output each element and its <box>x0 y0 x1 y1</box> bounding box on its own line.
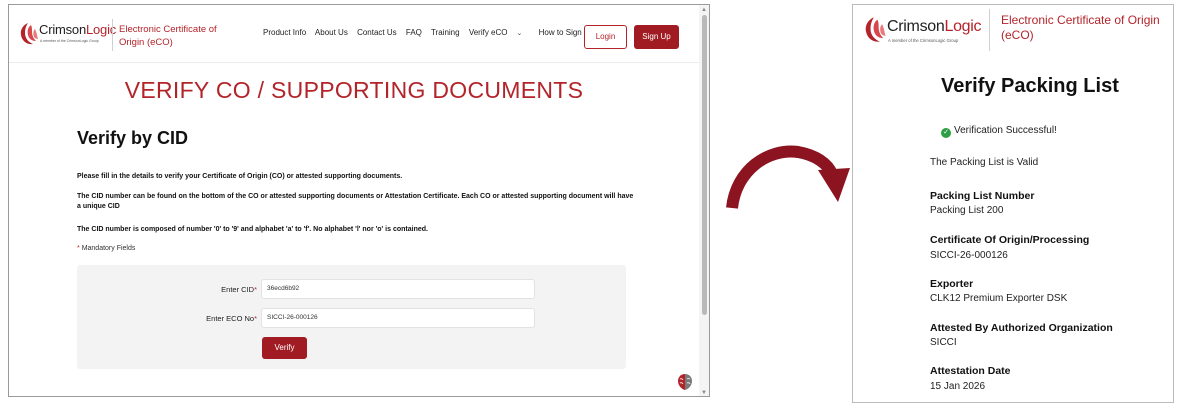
logo-subtitle: A member of the CrimsonLogic Group <box>40 39 99 43</box>
brand-title: Electronic Certificate of Origin (eCO) <box>119 24 217 48</box>
nav-faq[interactable]: FAQ <box>406 28 422 37</box>
cid-label: Enter CID* <box>221 285 257 294</box>
exporter-label: Exporter <box>930 278 974 290</box>
vertical-scrollbar[interactable]: ▲ ▼ <box>699 5 709 396</box>
mandatory-note: * Mandatory Fields <box>77 245 136 252</box>
crimsonlogic-logo-mark-icon <box>20 23 38 45</box>
signup-button[interactable]: Sign Up <box>634 25 679 49</box>
chevron-down-icon: ⌄ <box>516 30 523 37</box>
eco-no-label: Enter ECO No* <box>206 314 257 323</box>
valid-status-text: The Packing List is Valid <box>930 157 1039 168</box>
nav-contact-us[interactable]: Contact Us <box>357 28 397 37</box>
attestation-date-value: 15 Jan 2026 <box>930 381 986 392</box>
nav-product-info[interactable]: Product Info <box>263 28 306 37</box>
packing-list-number-value: Packing List 200 <box>930 205 1004 216</box>
logo-wordmark: CrimsonLogic <box>887 18 982 35</box>
top-navbar: CrimsonLogic A member of the CrimsonLogi… <box>9 5 699 63</box>
crimsonlogic-logo[interactable]: CrimsonLogic A member of the CrimsonLogi… <box>17 19 116 53</box>
attestation-date-label: Attestation Date <box>930 365 1011 377</box>
certificate-of-origin-label: Certificate Of Origin/Processing <box>930 234 1090 246</box>
result-title: Verify Packing List <box>941 75 1119 97</box>
curved-arrow-icon <box>726 145 850 209</box>
nav-about-us[interactable]: About Us <box>315 28 348 37</box>
success-message: ✓ Verification Successful! <box>941 125 1057 138</box>
section-title: Verify by CID <box>77 128 189 148</box>
scroll-up-arrow-icon[interactable]: ▲ <box>701 7 707 13</box>
login-button[interactable]: Login <box>584 25 627 49</box>
instruction-paragraph-1: Please fill in the details to verify you… <box>77 173 403 180</box>
verify-button[interactable]: Verify <box>262 337 307 359</box>
check-circle-icon: ✓ <box>941 128 951 138</box>
required-asterisk: * <box>77 245 80 252</box>
exporter-value: CLK12 Premium Exporter DSK <box>930 293 1068 304</box>
eco-no-input[interactable]: SICCI-26-000126 <box>261 308 535 328</box>
instruction-paragraph-3: The CID number is composed of number '0'… <box>77 226 428 233</box>
scroll-down-arrow-icon[interactable]: ▼ <box>701 390 707 396</box>
nav-links: Product Info About Us Contact Us FAQ Tra… <box>263 28 601 37</box>
logo-wordmark: CrimsonLogic <box>39 22 117 37</box>
crimsonlogic-logo[interactable]: CrimsonLogic A member of the CrimsonLogi… <box>857 11 987 51</box>
brand-title: Electronic Certificate of Origin (eCO) <box>1001 13 1160 42</box>
certificate-of-origin-value: SICCI-26-000126 <box>930 250 1008 261</box>
instruction-paragraph-2: The CID number can be found on the botto… <box>77 193 634 210</box>
logo-subtitle: A member of the CrimsonLogic Group <box>888 38 959 43</box>
scrollbar-thumb[interactable] <box>702 15 707 315</box>
cid-input[interactable]: 36ecd6b92 <box>261 279 535 299</box>
mobile-result-window: CrimsonLogic A member of the CrimsonLogi… <box>852 4 1174 403</box>
header-divider <box>989 9 990 51</box>
packing-list-number-label: Packing List Number <box>930 190 1035 202</box>
header-divider <box>112 19 113 51</box>
crimsonlogic-logo-mark-icon <box>865 17 886 42</box>
comparison-stage: CrimsonLogic A member of the CrimsonLogi… <box>0 0 1182 405</box>
verify-form-panel: Enter CID* 36ecd6b92 Enter ECO No* SICCI… <box>77 265 626 369</box>
hero-title: VERIFY CO / SUPPORTING DOCUMENTS <box>124 77 584 103</box>
nav-verify-eco[interactable]: Verify eCO ⌄ <box>469 28 530 37</box>
attested-by-label: Attested By Authorized Organization <box>930 322 1113 334</box>
desktop-verify-window: CrimsonLogic A member of the CrimsonLogi… <box>8 4 710 397</box>
brain-icon[interactable] <box>675 372 695 392</box>
attested-by-value: SICCI <box>930 337 957 348</box>
nav-training[interactable]: Training <box>431 28 460 37</box>
